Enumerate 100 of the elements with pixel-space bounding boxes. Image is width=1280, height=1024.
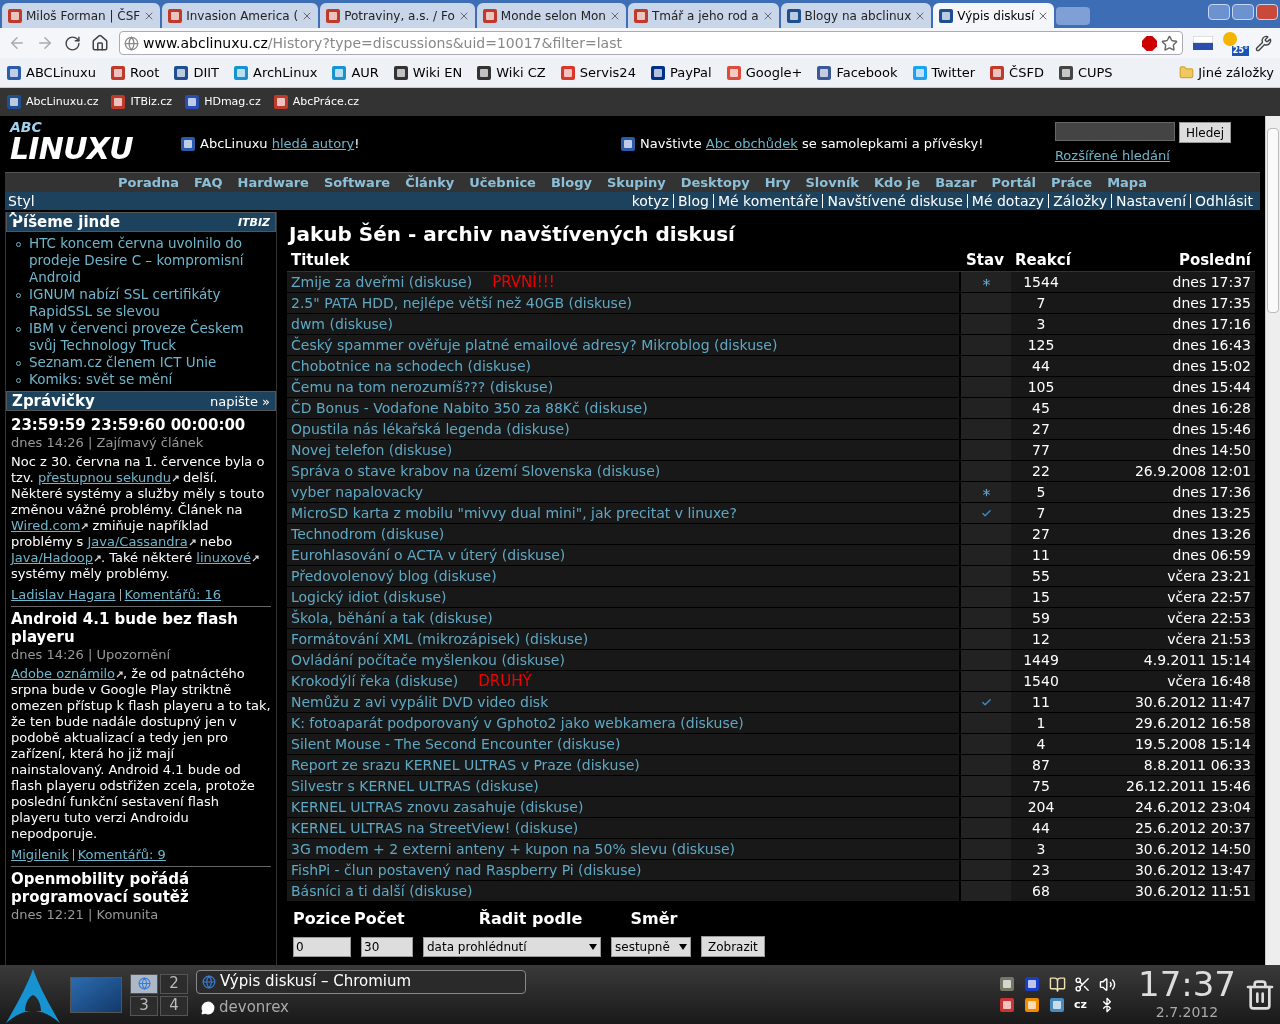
bookmark[interactable]: Root (109, 62, 160, 83)
discussion-link[interactable]: KERNEL ULTRAS na StreetView! (diskuse) (291, 817, 579, 839)
home-icon[interactable] (91, 34, 109, 52)
nav-link[interactable]: Kdo je (874, 172, 921, 193)
nav-link[interactable]: Práce (1050, 172, 1093, 193)
workspace-button[interactable] (130, 973, 158, 994)
discussion-link[interactable]: Škola, běhání a tak (diskuse) (291, 607, 493, 629)
site-link[interactable]: AbcLinuxu.cz (6, 93, 99, 111)
discussion-link[interactable]: Ovládání počítače myšlenkou (diskuse) (291, 649, 565, 671)
site-link[interactable]: HDmag.cz (184, 93, 261, 111)
link[interactable]: linuxové (196, 550, 259, 565)
count-field[interactable]: 30 (361, 936, 413, 957)
desktop-thumbnail[interactable] (70, 976, 122, 1013)
site-logo[interactable]: ABC LINUXU (10, 120, 170, 164)
bookmark[interactable]: DIIT (173, 62, 219, 83)
volume-icon[interactable] (1099, 975, 1116, 993)
browser-tab[interactable]: Blogy na abclinux (780, 3, 932, 28)
workspace-button[interactable]: 2 (160, 973, 188, 994)
search-button[interactable]: Hledej (1178, 122, 1231, 144)
discussion-link[interactable]: vyber napalovacky (291, 481, 424, 503)
nav-link[interactable]: Bazar (935, 172, 977, 193)
news-title[interactable]: 23:59:59 23:59:60 00:00:00 (11, 416, 271, 434)
nav-link[interactable]: Slovník (805, 172, 860, 193)
nav-link[interactable]: Portál (991, 172, 1036, 193)
sort-select[interactable]: data prohlédnutí (423, 936, 601, 957)
browser-tab[interactable]: Potraviny, a.s. / Fo (320, 3, 475, 28)
style-link[interactable]: Styl (8, 190, 35, 212)
discussion-link[interactable]: Eurohlasování o ACTA v úterý (diskuse) (291, 544, 566, 566)
nav-link[interactable]: Desktopy (680, 172, 750, 193)
maximize-button[interactable] (1232, 4, 1254, 20)
bookmark[interactable]: ČSFD (989, 62, 1044, 83)
browser-tab[interactable]: Tmář a jeho rod a (627, 3, 779, 28)
close-button[interactable] (1256, 4, 1278, 20)
window-button[interactable]: Výpis diskusí – Chromium (196, 969, 526, 994)
discussion-link[interactable]: Novej telefon (diskuse) (291, 439, 453, 461)
scissors-icon[interactable] (1074, 975, 1091, 993)
trash-icon[interactable] (1244, 978, 1276, 1011)
discussion-link[interactable]: Krokodýlí řeka (diskuse) (291, 670, 459, 692)
article-link[interactable]: Seznam.cz členem ICT Unie (29, 354, 217, 371)
write-link[interactable]: napište » (209, 392, 270, 410)
link[interactable]: hledá autory (271, 136, 355, 152)
book-icon[interactable] (1049, 975, 1066, 993)
site-link[interactable]: ITBiz.cz (110, 93, 173, 111)
user-link[interactable]: Navštívené diskuse (822, 194, 967, 208)
user-link[interactable]: Odhlásit (1190, 194, 1257, 208)
nav-link[interactable]: Skupiny (607, 172, 666, 193)
bookmark[interactable]: Facebook (816, 62, 898, 83)
browser-tab[interactable]: Výpis diskusí (933, 3, 1055, 28)
show-button[interactable]: Zobrazit (701, 936, 765, 957)
link[interactable]: Abc obchůdek (705, 136, 798, 152)
discussion-link[interactable]: Logický idiot (diskuse) (291, 586, 447, 608)
bookmark[interactable]: PayPal (649, 62, 712, 83)
keyboard-layout[interactable]: cz (1074, 996, 1091, 1014)
address-bar[interactable]: www.abclinuxu.cz/History?type=discussions&uid=10017&filter=last (119, 31, 1183, 55)
discussion-link[interactable]: 3G modem + 2 externi anteny + kupon na 50% slevu (diskuse) (291, 838, 735, 860)
news-title[interactable]: Android 4.1 bude bez flash playeru (11, 610, 271, 646)
discussion-link[interactable]: Report ze srazu KERNEL ULTRAS v Praze (diskuse) (291, 754, 640, 776)
browser-tab[interactable]: Invasion America ( (162, 3, 319, 28)
discussion-link[interactable]: 2.5" PATA HDD, nejlépe větší než 40GB (diskuse) (291, 292, 632, 314)
nav-link[interactable]: FAQ (194, 172, 223, 193)
author-link[interactable]: Ladislav Hagara (11, 586, 120, 603)
link[interactable]: Wired.com (11, 518, 89, 533)
user-link[interactable]: Blog (672, 194, 713, 208)
article-link[interactable]: IGNUM nabízí SSL certifikáty RapidSSL se slevou (29, 286, 272, 320)
nav-link[interactable]: Mapa (1107, 172, 1147, 193)
discussion-link[interactable]: FishPi - člun postavený nad Raspberry Pi (diskuse) (291, 859, 642, 881)
position-field[interactable]: 0 (293, 936, 351, 957)
window-button[interactable]: devonrex (196, 995, 526, 1020)
bookmark[interactable]: Google+ (725, 62, 803, 83)
user-link[interactable]: Nastavení (1111, 194, 1191, 208)
article-link[interactable]: IBM v červenci proveze Českem svůj Technology Truck (29, 320, 272, 354)
user-link[interactable]: Záložky (1048, 194, 1111, 208)
minimize-button[interactable] (1208, 4, 1230, 20)
bookmark[interactable]: CUPS (1057, 62, 1113, 83)
bookmark[interactable]: Twitter (911, 62, 976, 83)
discussion-link[interactable]: Básníci a ti další (diskuse) (291, 880, 473, 902)
nav-link[interactable]: Blogy (550, 172, 592, 193)
discussion-link[interactable]: Český spammer ověřuje platné emailové adresy? Mikroblog (diskuse) (291, 334, 778, 356)
discussion-link[interactable]: KERNEL ULTRAS znovu zasahuje (diskuse) (291, 796, 584, 818)
flag-icon[interactable] (1193, 36, 1213, 50)
discussion-link[interactable]: Silvestr s KERNEL ULTRAS (diskuse) (291, 775, 539, 797)
bookmark[interactable]: AUR (331, 62, 379, 83)
discussion-link[interactable]: Nemůžu z avi vypálit DVD video disk (291, 691, 549, 713)
news-title[interactable]: Openmobility pořádá programovací soutěž (11, 870, 271, 906)
site-link[interactable]: AbcPráce.cz (272, 93, 360, 111)
link[interactable]: Adobe oznámilo (11, 666, 124, 681)
discussion-link[interactable]: Čemu na tom nerozumíš??? (diskuse) (291, 376, 554, 398)
bookmark[interactable]: Servis24 (559, 62, 636, 83)
other-bookmarks[interactable]: Jiné záložky (1179, 62, 1274, 83)
comments-link[interactable]: Komentářů: 16 (119, 588, 221, 601)
link[interactable]: přestupnou sekundu (37, 470, 179, 485)
scrollbar[interactable] (1265, 116, 1280, 965)
discussion-link[interactable]: Správa o stave krabov na území Slovenska (diskuse) (291, 460, 661, 482)
discussion-link[interactable]: Technodrom (diskuse) (291, 523, 445, 545)
workspace-button[interactable]: 4 (160, 995, 188, 1016)
discussion-link[interactable]: K: fotoaparát podporovaný v Gphoto2 jako webkamera (diskuse) (291, 712, 744, 734)
user-link[interactable]: Mé komentáře (712, 194, 823, 208)
nav-link[interactable]: Hardware (237, 172, 309, 193)
workspace-button[interactable]: 3 (130, 995, 158, 1016)
discussion-link[interactable]: Chobotnice na schodech (diskuse) (291, 355, 531, 377)
